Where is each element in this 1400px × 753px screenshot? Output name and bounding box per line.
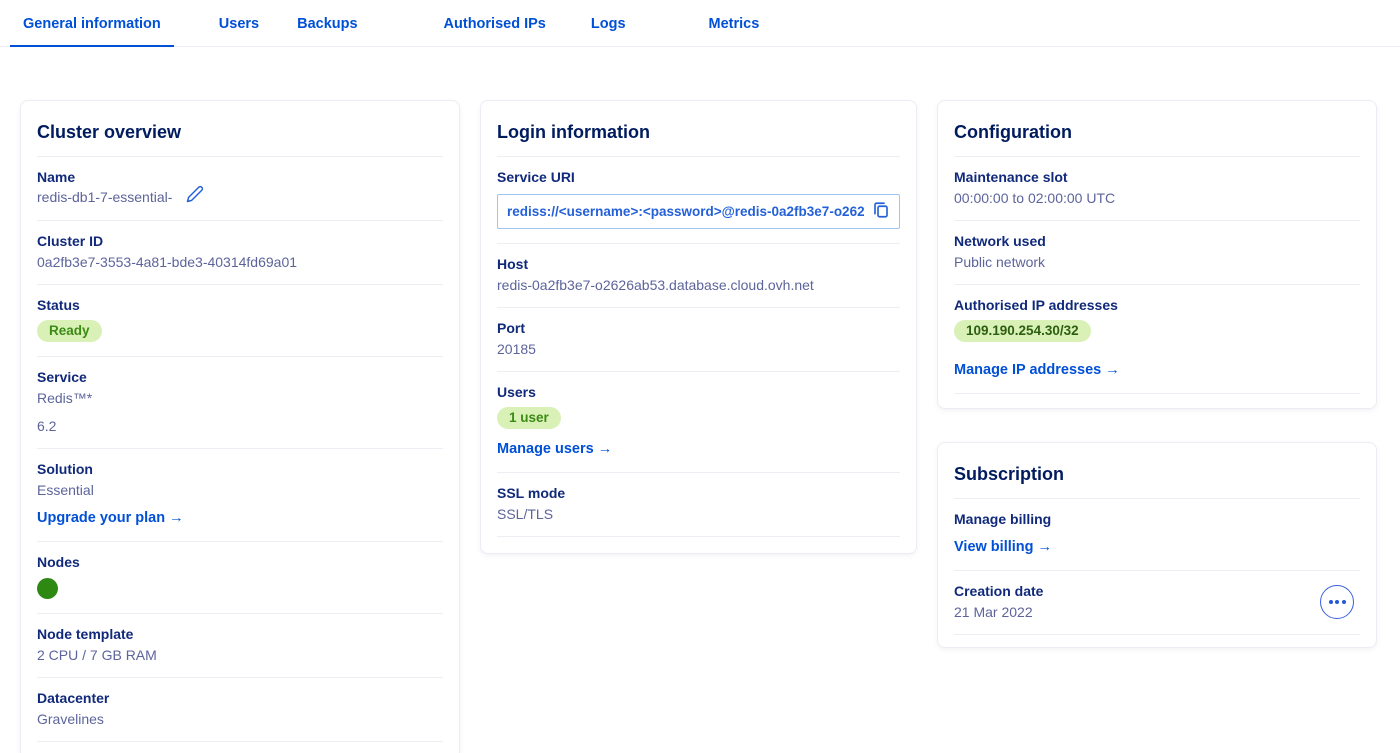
service-version-value: 6.2	[37, 418, 443, 434]
service-label: Service	[37, 369, 443, 385]
main-content: Cluster overview Name redis-db1-7-essent…	[0, 47, 1400, 753]
tab-logs[interactable]: Logs	[578, 16, 639, 46]
creation-date-group: Creation date 21 Mar 2022	[938, 571, 1376, 634]
network-used-value: Public network	[954, 254, 1360, 270]
tab-users[interactable]: Users	[206, 16, 272, 46]
service-name-value: Redis™*	[37, 390, 443, 406]
configuration-card: Configuration Maintenance slot 00:00:00 …	[937, 100, 1377, 409]
cluster-overview-card: Cluster overview Name redis-db1-7-essent…	[20, 100, 460, 753]
datacenter-value: Gravelines	[37, 711, 443, 727]
cluster-id-value: 0a2fb3e7-3553-4a81-bde3-40314fd69a01	[37, 254, 443, 270]
status-badge: Ready	[37, 320, 102, 342]
pencil-icon	[186, 185, 204, 206]
port-value: 20185	[497, 341, 900, 357]
host-group: Host redis-0a2fb3e7-o2626ab53.database.c…	[481, 244, 916, 307]
name-label: Name	[37, 169, 443, 185]
billing-group: Manage billing View billing →	[938, 499, 1376, 570]
login-information-card: Login information Service URI rediss://<…	[480, 100, 917, 554]
subscription-title: Subscription	[938, 443, 1376, 498]
node-status-dot-icon	[37, 578, 58, 599]
right-column: Configuration Maintenance slot 00:00:00 …	[937, 100, 1377, 648]
datacenter-group: Datacenter Gravelines	[21, 678, 459, 741]
login-information-title: Login information	[481, 101, 916, 156]
node-template-group: Node template 2 CPU / 7 GB RAM	[21, 614, 459, 677]
node-template-label: Node template	[37, 626, 443, 642]
service-group: Service Redis™* 6.2	[21, 357, 459, 448]
manage-users-link[interactable]: Manage users →	[497, 441, 612, 457]
solution-value: Essential	[37, 482, 443, 498]
nodes-group: Nodes	[21, 542, 459, 613]
copy-uri-button[interactable]	[872, 201, 890, 222]
node-template-value: 2 CPU / 7 GB RAM	[37, 647, 443, 663]
nodes-label: Nodes	[37, 554, 443, 570]
tab-general-information[interactable]: General information	[10, 16, 174, 46]
maintenance-slot-value: 00:00:00 to 02:00:00 UTC	[954, 190, 1360, 206]
more-actions-button[interactable]	[1320, 585, 1354, 619]
port-label: Port	[497, 320, 900, 336]
solution-group: Solution Essential Upgrade your plan →	[21, 449, 459, 541]
cluster-id-label: Cluster ID	[37, 233, 443, 249]
authorised-ips-group: Authorised IP addresses 109.190.254.30/3…	[938, 285, 1376, 393]
ip-address-badge: 109.190.254.30/32	[954, 320, 1091, 342]
tab-authorised-ips[interactable]: Authorised IPs	[431, 16, 559, 46]
edit-name-button[interactable]	[186, 185, 204, 206]
network-used-label: Network used	[954, 233, 1360, 249]
datacenter-label: Datacenter	[37, 690, 443, 706]
network-used-group: Network used Public network	[938, 221, 1376, 284]
host-value: redis-0a2fb3e7-o2626ab53.database.cloud.…	[497, 277, 900, 293]
configuration-title: Configuration	[938, 101, 1376, 156]
users-count-badge: 1 user	[497, 407, 561, 429]
upgrade-plan-link[interactable]: Upgrade your plan →	[37, 510, 184, 526]
maintenance-slot-label: Maintenance slot	[954, 169, 1360, 185]
authorised-ips-label: Authorised IP addresses	[954, 297, 1360, 313]
cluster-id-group: Cluster ID 0a2fb3e7-3553-4a81-bde3-40314…	[21, 221, 459, 284]
name-group: Name redis-db1-7-essential-	[21, 157, 459, 220]
host-label: Host	[497, 256, 900, 272]
subscription-card: Subscription Manage billing View billing…	[937, 442, 1377, 648]
solution-label: Solution	[37, 461, 443, 477]
creation-date-value: 21 Mar 2022	[954, 604, 1043, 620]
tab-metrics[interactable]: Metrics	[696, 16, 773, 46]
service-uri-value: rediss://<username>:<password>@redis-0a2…	[507, 204, 864, 219]
ssl-mode-label: SSL mode	[497, 485, 900, 501]
ssl-mode-group: SSL mode SSL/TLS	[481, 473, 916, 536]
copy-icon	[872, 201, 890, 222]
name-value: redis-db1-7-essential-	[37, 189, 172, 205]
service-uri-group: Service URI rediss://<username>:<passwor…	[481, 157, 916, 243]
tab-backups[interactable]: Backups	[284, 16, 370, 46]
status-group: Status Ready	[21, 285, 459, 356]
creation-date-label: Creation date	[954, 583, 1043, 599]
tab-bar: General information Users Backups Author…	[0, 0, 1400, 47]
users-group: Users 1 user Manage users →	[481, 372, 916, 472]
ellipsis-icon	[1329, 600, 1333, 604]
view-billing-link[interactable]: View billing →	[954, 539, 1052, 555]
service-uri-box: rediss://<username>:<password>@redis-0a2…	[497, 194, 900, 229]
ssl-mode-value: SSL/TLS	[497, 506, 900, 522]
status-label: Status	[37, 297, 443, 313]
maintenance-slot-group: Maintenance slot 00:00:00 to 02:00:00 UT…	[938, 157, 1376, 220]
users-label: Users	[497, 384, 900, 400]
port-group: Port 20185	[481, 308, 916, 371]
cluster-overview-title: Cluster overview	[21, 101, 459, 156]
manage-billing-label: Manage billing	[954, 511, 1360, 527]
service-uri-label: Service URI	[497, 169, 900, 185]
manage-ips-link[interactable]: Manage IP addresses →	[954, 362, 1120, 378]
